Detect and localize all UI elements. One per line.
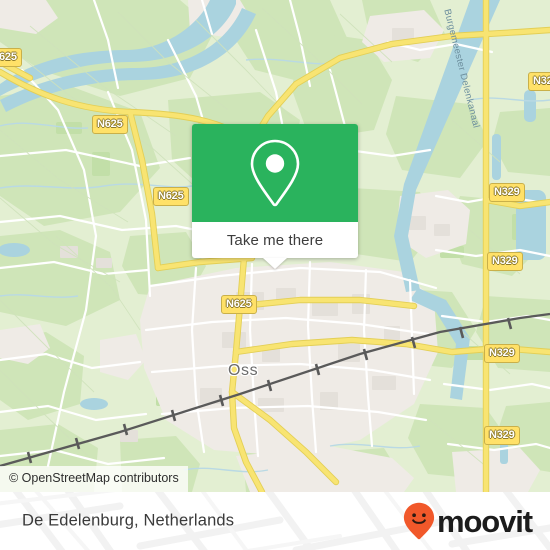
popup-header: [192, 124, 358, 222]
map-place-label: Oss: [228, 362, 259, 379]
map-pin-icon: [250, 139, 300, 207]
popup-action-bar[interactable]: Take me there: [192, 222, 358, 269]
road-shield: N625: [221, 295, 257, 314]
take-me-there-label: Take me there: [226, 231, 324, 249]
road-shield: N329: [487, 252, 523, 271]
road-shield: N329: [484, 426, 520, 445]
road-shield: 625: [0, 48, 22, 67]
footer-bar: De Edelenburg, Netherlands moovit: [0, 492, 550, 550]
destination-popup[interactable]: Take me there: [192, 124, 358, 269]
map-attribution[interactable]: © OpenStreetMap contributors: [0, 466, 188, 492]
road-shield: N329: [489, 183, 525, 202]
popup-tail: [263, 258, 287, 269]
road-shield: N32: [528, 72, 550, 91]
moovit-wordmark: moovit: [436, 503, 533, 539]
screenshot-root: 625 N625 N625 N625 N32 N329 N329 N329 N3…: [0, 0, 550, 550]
moovit-pin-smiley-icon: [403, 502, 435, 540]
page-title: De Edelenburg, Netherlands: [22, 511, 235, 530]
map-canvas[interactable]: 625 N625 N625 N625 N32 N329 N329 N329 N3…: [0, 0, 550, 492]
road-shield: N625: [92, 115, 128, 134]
moovit-logo[interactable]: moovit: [403, 502, 533, 540]
road-shield: N625: [153, 187, 189, 206]
road-shield: N329: [484, 344, 520, 363]
